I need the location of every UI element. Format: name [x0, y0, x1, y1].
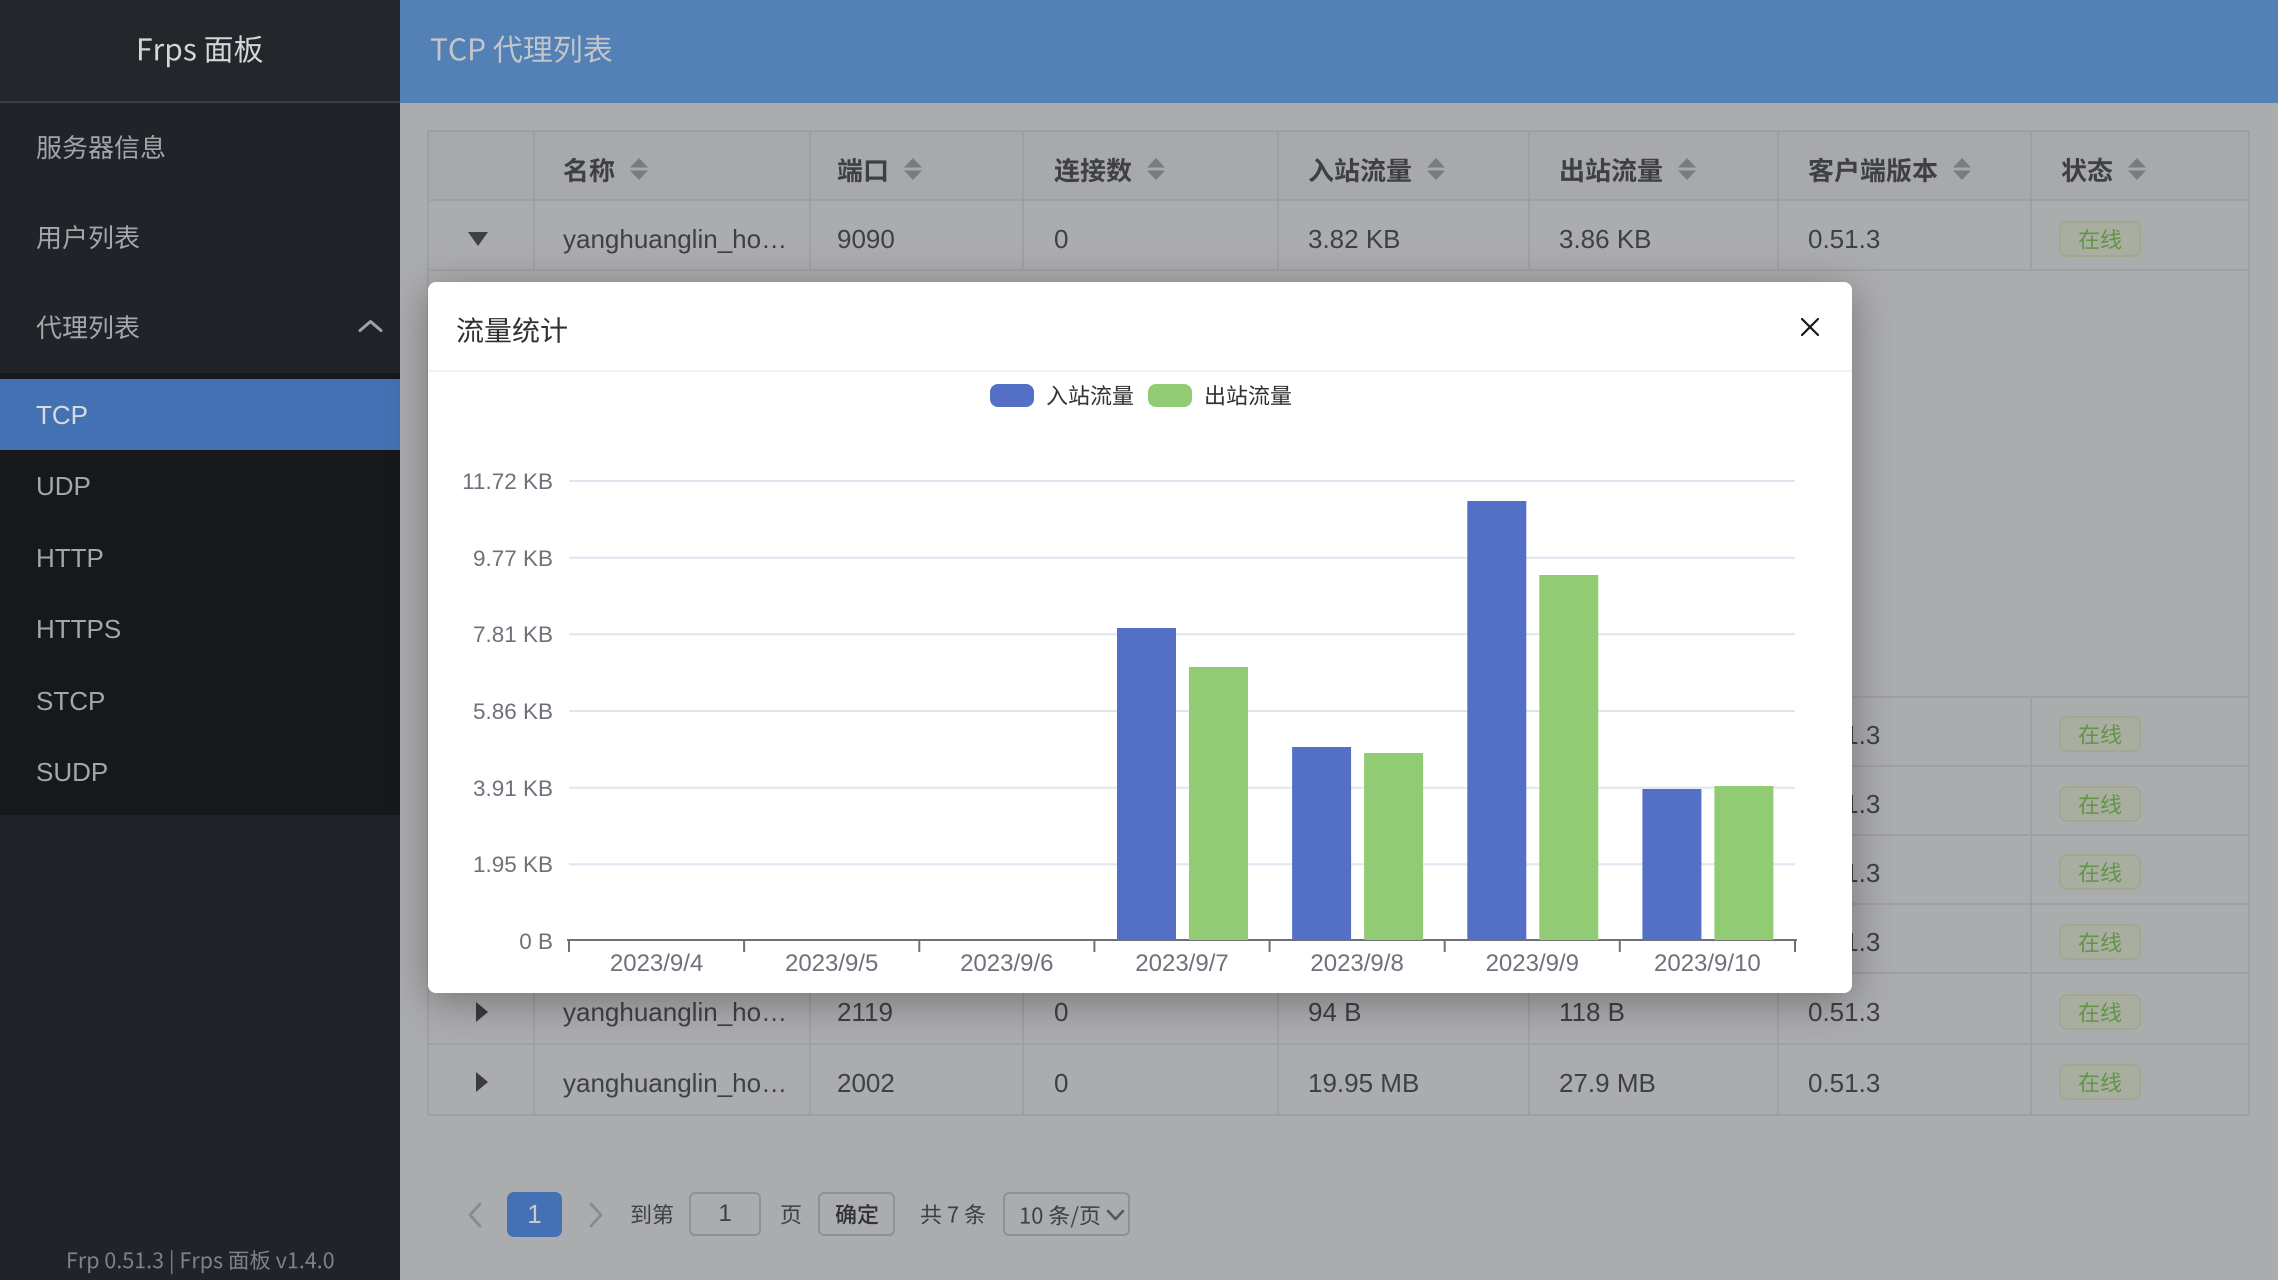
svg-text:2023/9/8: 2023/9/8 — [1310, 950, 1403, 977]
svg-text:9.77 KB: 9.77 KB — [473, 546, 553, 571]
svg-text:2023/9/4: 2023/9/4 — [610, 950, 703, 977]
svg-text:2023/9/10: 2023/9/10 — [1654, 950, 1761, 977]
svg-text:11.72 KB: 11.72 KB — [462, 469, 553, 494]
svg-text:1.95 KB: 1.95 KB — [473, 852, 553, 877]
svg-text:2023/9/6: 2023/9/6 — [960, 950, 1053, 977]
svg-text:2023/9/7: 2023/9/7 — [1135, 950, 1228, 977]
svg-text:5.86 KB: 5.86 KB — [473, 699, 553, 724]
svg-text:0 B: 0 B — [519, 929, 553, 954]
svg-text:2023/9/9: 2023/9/9 — [1486, 950, 1579, 977]
svg-text:3.91 KB: 3.91 KB — [473, 776, 553, 801]
svg-text:2023/9/5: 2023/9/5 — [785, 950, 878, 977]
svg-text:7.81 KB: 7.81 KB — [473, 622, 553, 647]
